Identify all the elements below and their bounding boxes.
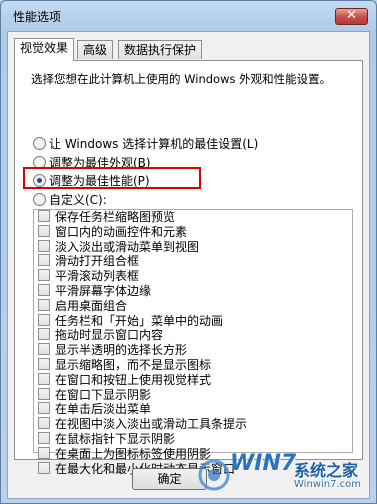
effect-item[interactable]: 平滑屏幕字体边缘	[34, 283, 352, 299]
effect-label: 平滑滚动列表框	[55, 269, 140, 284]
effect-label: 在桌面上为图标标签使用阴影	[55, 446, 212, 461]
performance-options-window: 性能选项 ✕ 视觉效果 高级 数据执行保护 选择您想在此计算机上使用的 Wind…	[0, 0, 377, 504]
tab-data-execution-prevention[interactable]: 数据执行保护	[118, 40, 203, 59]
effect-checkbox[interactable]	[38, 417, 50, 430]
effect-checkbox[interactable]	[38, 254, 50, 267]
effect-label: 窗口内的动画控件和元素	[55, 224, 188, 239]
watermark-site-name: 系统之家	[294, 461, 359, 480]
effect-label: 在鼠标指针下显示阴影	[55, 431, 176, 446]
effect-label: 启用桌面组合	[55, 298, 128, 313]
effect-item[interactable]: 淡入淡出或滑动菜单到视图	[34, 239, 352, 255]
effect-checkbox[interactable]	[38, 402, 50, 415]
effect-label: 在窗口和按钮上使用视觉样式	[55, 372, 212, 387]
effect-item[interactable]: 显示半透明的选择长方形	[34, 343, 352, 358]
effect-item[interactable]: 保存任务栏缩略图预览	[34, 210, 352, 225]
effect-checkbox[interactable]	[38, 210, 50, 222]
effect-checkbox[interactable]	[38, 298, 50, 311]
effect-label: 滑动打开组合框	[55, 254, 140, 269]
effect-label: 显示半透明的选择长方形	[55, 343, 188, 358]
tab-advanced[interactable]: 高级	[77, 40, 114, 59]
effect-checkbox[interactable]	[38, 313, 50, 326]
effect-item[interactable]: 在单击后淡出菜单	[34, 402, 352, 417]
effect-item[interactable]: 平滑滚动列表框	[34, 269, 352, 284]
effect-checkbox[interactable]	[38, 461, 50, 474]
effect-checkbox[interactable]	[38, 446, 50, 459]
radio-label: 让 Windows 选择计算机的最佳设置(L)	[49, 137, 259, 151]
watermark-logo: WIN7 系统之家 Winwin7.com	[190, 449, 370, 497]
effect-checkbox[interactable]	[38, 269, 50, 282]
effect-item[interactable]: 启用桌面组合	[34, 298, 352, 314]
effect-checkbox[interactable]	[38, 224, 50, 237]
effect-label: 拖动时显示窗口内容	[55, 328, 164, 343]
effect-item[interactable]: 在窗口下显示阴影	[34, 387, 352, 403]
effect-label: 在窗口下显示阴影	[55, 387, 152, 402]
visual-effects-panel: 选择您想在此计算机上使用的 Windows 外观和性能设置。 让 Windows…	[14, 60, 363, 476]
effect-label: 平滑屏幕字体边缘	[55, 283, 152, 298]
effect-item[interactable]: 显示缩略图，而不是显示图标	[34, 357, 352, 373]
effect-label: 淡入淡出或滑动菜单到视图	[55, 239, 200, 254]
panel-description: 选择您想在此计算机上使用的 Windows 外观和性能设置。	[31, 72, 332, 86]
radio-button[interactable]	[33, 193, 46, 206]
close-button[interactable]: ✕	[335, 8, 368, 25]
radio-custom[interactable]: 自定义(C):	[33, 191, 107, 207]
effect-checkbox[interactable]	[38, 372, 50, 385]
effect-checkbox[interactable]	[38, 387, 50, 400]
radio-let-windows-choose[interactable]: 让 Windows 选择计算机的最佳设置(L)	[33, 135, 258, 151]
effect-checkbox[interactable]	[38, 328, 50, 341]
effect-checkbox[interactable]	[38, 357, 50, 370]
effect-label: 显示缩略图，而不是显示图标	[55, 357, 212, 372]
effect-item[interactable]: 在窗口和按钮上使用视觉样式	[34, 372, 352, 388]
watermark-url: Winwin7.com	[294, 479, 361, 490]
watermark-logo-text: WIN7	[230, 451, 297, 476]
effect-checkbox[interactable]	[38, 283, 50, 296]
effect-item[interactable]: 拖动时显示窗口内容	[34, 328, 352, 343]
radio-button[interactable]	[33, 137, 46, 150]
effect-item[interactable]: 在鼠标指针下显示阴影	[34, 431, 352, 447]
effect-label: 任务栏和「开始」菜单中的动画	[55, 313, 224, 328]
effect-label: 在单击后淡出菜单	[55, 402, 152, 417]
effect-label: 在视图中淡入淡出或滑动工具条提示	[55, 417, 248, 432]
tab-visual-effects[interactable]: 视觉效果	[14, 38, 75, 61]
effect-item[interactable]: 任务栏和「开始」菜单中的动画	[34, 313, 352, 329]
effect-checkbox[interactable]	[38, 343, 50, 356]
title-bar[interactable]: 性能选项 ✕	[1, 1, 376, 31]
visual-effects-list[interactable]: 保存任务栏缩略图预览 窗口内的动画控件和元素 淡入淡出或滑动菜单到视图 滑动打开组合框…	[33, 209, 353, 476]
effect-label: 保存任务栏缩略图预览	[55, 210, 176, 224]
dialog-body: 视觉效果 高级 数据执行保护 选择您想在此计算机上使用的 Windows 外观和…	[7, 31, 370, 499]
effect-checkbox[interactable]	[38, 239, 50, 252]
effect-item[interactable]: 滑动打开组合框	[34, 254, 352, 269]
effect-item[interactable]: 窗口内的动画控件和元素	[34, 224, 352, 240]
radio-label: 自定义(C):	[49, 193, 107, 207]
effect-item[interactable]: 在视图中淡入淡出或滑动工具条提示	[34, 417, 352, 432]
window-title: 性能选项	[13, 10, 62, 24]
effect-checkbox[interactable]	[38, 431, 50, 444]
red-highlight-box	[23, 167, 201, 189]
